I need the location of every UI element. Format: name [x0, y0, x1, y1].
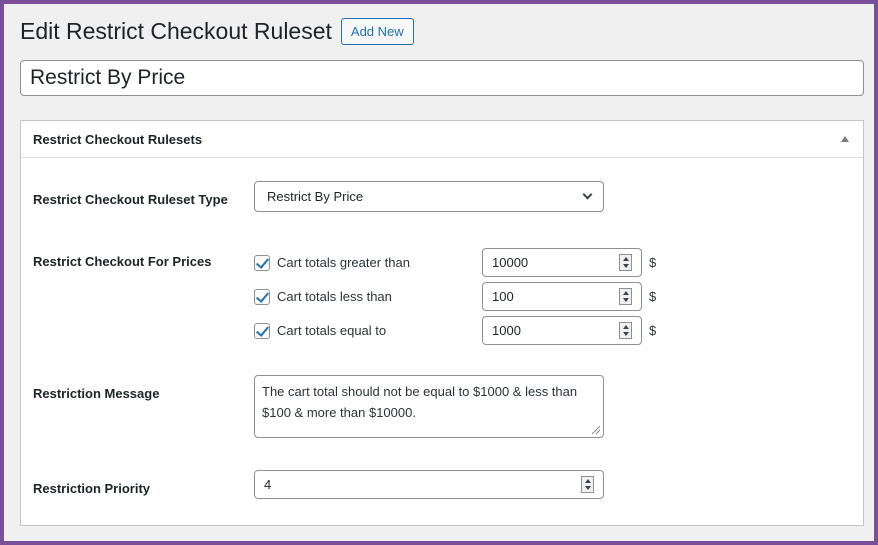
priority-label: Restriction Priority — [33, 481, 151, 496]
restriction-priority-input[interactable]: 4 — [254, 470, 604, 499]
prices-label: Restrict Checkout For Prices — [33, 254, 212, 269]
ruleset-panel: Restrict Checkout Rulesets Restrict Chec… — [20, 120, 864, 526]
greater-than-unit: $ — [649, 255, 657, 270]
add-new-button[interactable]: Add New — [340, 18, 414, 45]
equal-to-input[interactable]: 1000 — [482, 316, 642, 345]
page-header: Edit Restrict Checkout Ruleset Add New — [20, 18, 414, 45]
post-title-input[interactable] — [20, 60, 864, 96]
condition-equal-to: Cart totals equal to — [254, 316, 386, 345]
condition-less-than: Cart totals less than — [254, 282, 392, 311]
ruleset-type-select[interactable]: Restrict By Price — [254, 181, 604, 212]
panel-title: Restrict Checkout Rulesets — [33, 131, 203, 147]
chevron-down-icon — [582, 189, 593, 200]
greater-than-value: 10000 — [492, 255, 529, 270]
ruleset-type-label: Restrict Checkout Ruleset Type — [33, 192, 228, 207]
greater-than-label: Cart totals greater than — [277, 255, 410, 270]
resize-handle-icon[interactable] — [592, 426, 600, 434]
restriction-message-textarea[interactable]: The cart total should not be equal to $1… — [254, 375, 604, 438]
app-frame: Edit Restrict Checkout Ruleset Add New R… — [4, 4, 874, 541]
triangle-up-icon[interactable] — [841, 136, 849, 142]
less-than-value: 100 — [492, 289, 514, 304]
condition-greater-than: Cart totals greater than — [254, 248, 410, 277]
panel-header[interactable]: Restrict Checkout Rulesets — [21, 121, 863, 158]
spinner-icon[interactable] — [619, 254, 632, 271]
less-than-input[interactable]: 100 — [482, 282, 642, 311]
greater-than-checkbox[interactable] — [254, 254, 270, 271]
message-label: Restriction Message — [33, 386, 160, 401]
spinner-icon[interactable] — [581, 476, 594, 493]
less-than-checkbox[interactable] — [254, 288, 270, 305]
less-than-label: Cart totals less than — [277, 289, 392, 304]
equal-to-label: Cart totals equal to — [277, 323, 387, 338]
spinner-icon[interactable] — [619, 288, 632, 305]
equal-to-unit: $ — [649, 323, 657, 338]
priority-value: 4 — [264, 477, 272, 492]
ruleset-type-selected: Restrict By Price — [267, 189, 364, 204]
restriction-message-text: The cart total should not be equal to $1… — [262, 384, 578, 420]
spinner-icon[interactable] — [619, 322, 632, 339]
page-title: Edit Restrict Checkout Ruleset — [20, 18, 332, 44]
equal-to-value: 1000 — [492, 323, 521, 338]
less-than-unit: $ — [649, 289, 657, 304]
equal-to-checkbox[interactable] — [254, 322, 270, 339]
greater-than-input[interactable]: 10000 — [482, 248, 642, 277]
